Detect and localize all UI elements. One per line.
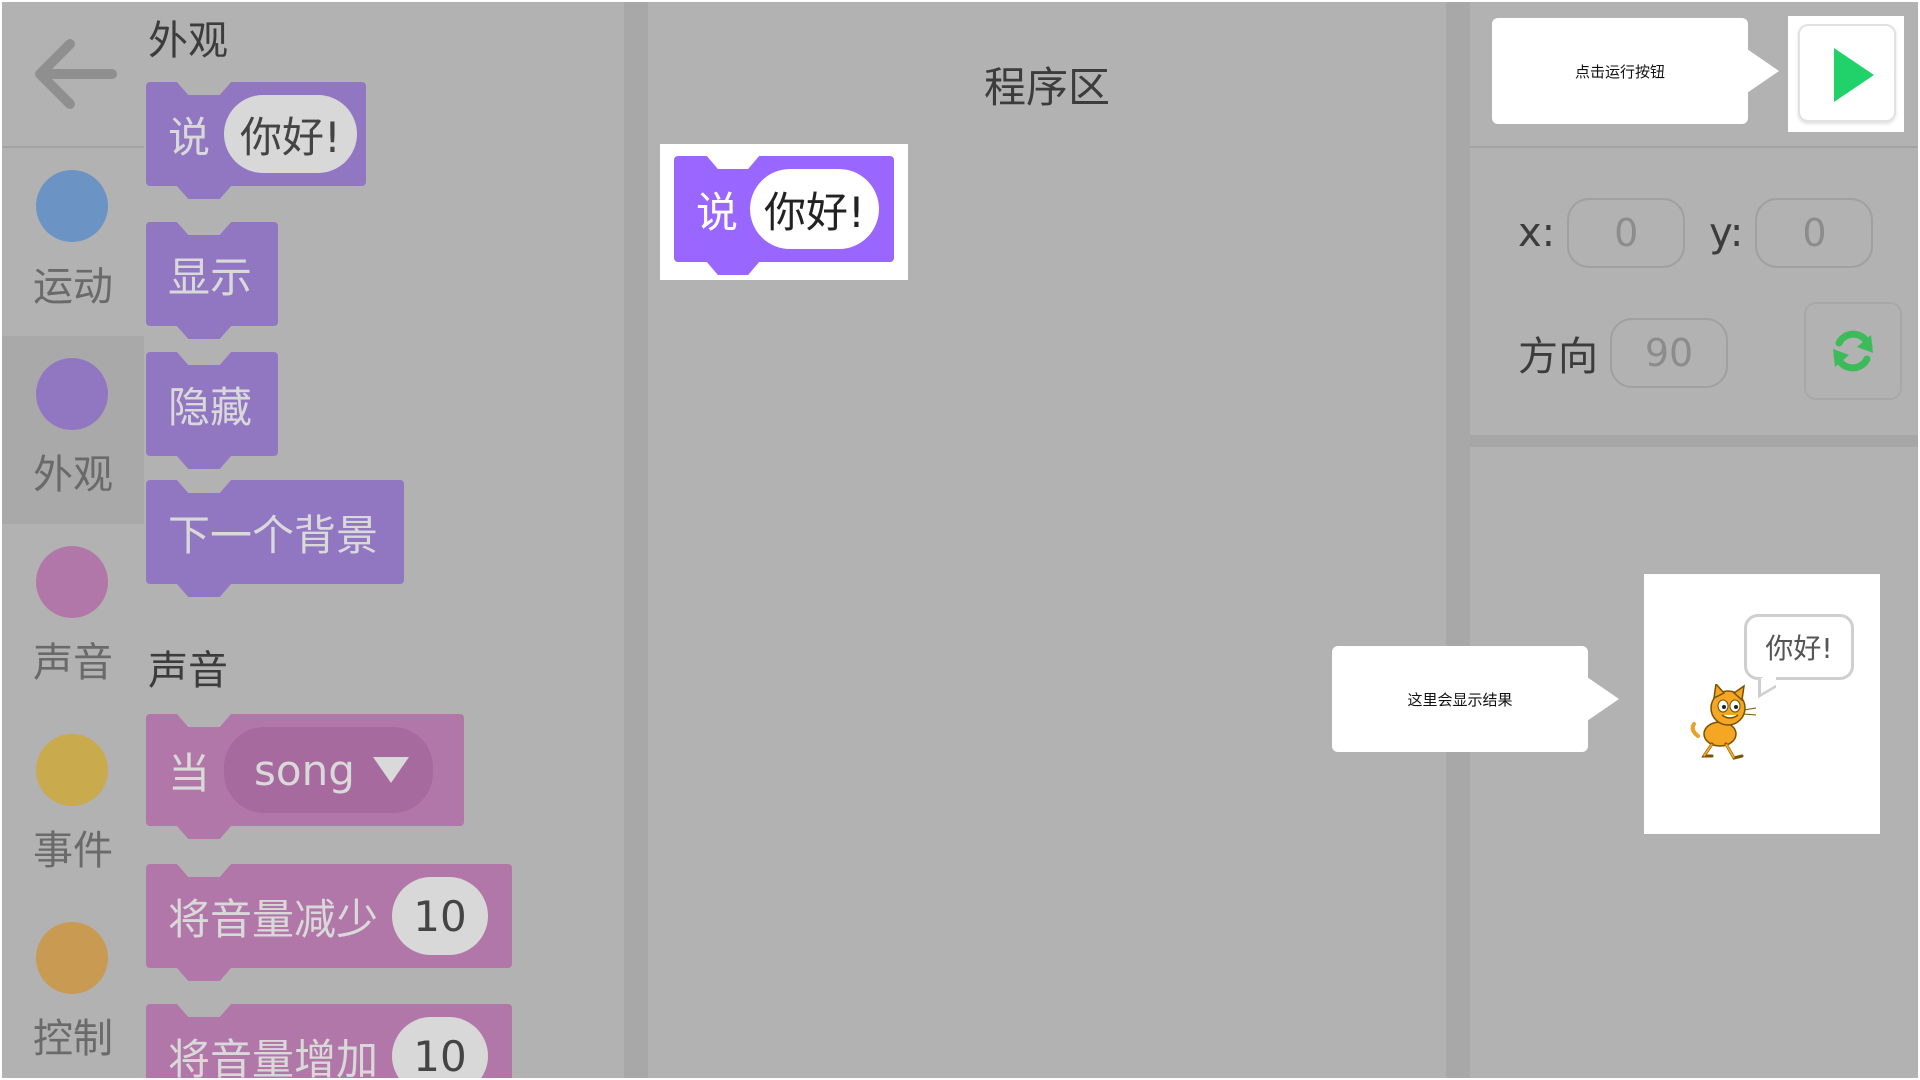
decrease-volume-input[interactable]: 10	[392, 877, 489, 955]
sound-section-title: 声音	[148, 648, 228, 694]
app-screen: 运动 外观 声音 事件 控制 外观 说 你好! 显示 隐藏 下一个背景 声音 当…	[2, 2, 1918, 1078]
sound-dropdown[interactable]: song	[224, 727, 433, 813]
program-say-block[interactable]: 说 你好!	[674, 155, 894, 275]
motion-dot-icon	[36, 170, 108, 242]
increase-volume-input[interactable]: 10	[392, 1017, 489, 1078]
run-hint-text: 点击运行按钮	[1574, 62, 1665, 81]
decrease-volume-block[interactable]: 将音量减少 10	[146, 863, 512, 981]
program-area[interactable]: 程序区 说 你好!	[648, 2, 1446, 1078]
when-label: 当	[168, 748, 211, 798]
dropdown-caret-icon	[372, 757, 409, 783]
x-label: x:	[1518, 210, 1556, 256]
events-dot-icon	[36, 734, 108, 806]
looks-dot-icon	[36, 358, 108, 430]
direction-label: 方向	[1518, 334, 1598, 380]
palette-divider	[624, 2, 648, 1078]
say-block-label: 说	[168, 112, 211, 162]
green-play-icon	[1834, 48, 1874, 102]
hide-block[interactable]: 隐藏	[146, 351, 278, 469]
looks-section-title: 外观	[148, 18, 228, 64]
category-motion[interactable]: 运动	[2, 148, 144, 336]
next-backdrop-label: 下一个背景	[168, 510, 379, 560]
category-label: 控制	[33, 1016, 113, 1062]
category-label: 声音	[33, 640, 113, 686]
program-area-title: 程序区	[983, 63, 1110, 112]
refresh-icon	[1833, 330, 1873, 372]
back-area	[2, 2, 144, 148]
category-control[interactable]: 控制	[2, 900, 144, 1078]
direction-row: 方向 90	[1518, 318, 1752, 388]
program-block-highlight: 说 你好!	[660, 144, 908, 280]
program-say-label: 说	[696, 187, 739, 237]
stage-view[interactable]: 你好!	[1644, 574, 1880, 834]
increase-volume-label: 将音量增加	[168, 1034, 379, 1079]
run-button[interactable]	[1798, 24, 1896, 122]
hide-block-label: 隐藏	[168, 382, 253, 432]
back-arrow-icon[interactable]	[30, 38, 118, 110]
program-say-input[interactable]: 你好!	[750, 169, 879, 249]
cat-sprite-icon[interactable]	[1690, 684, 1760, 762]
run-button-highlight	[1788, 16, 1904, 132]
reset-button[interactable]	[1804, 302, 1902, 400]
result-hint-text: 这里会显示结果	[1407, 690, 1513, 709]
next-backdrop-block[interactable]: 下一个背景	[146, 479, 404, 597]
show-block[interactable]: 显示	[146, 221, 278, 339]
category-label: 运动	[33, 264, 113, 310]
sound-dropdown-value: song	[254, 745, 355, 795]
block-palette: 外观 说 你好! 显示 隐藏 下一个背景 声音 当 song 将音量减少 10 …	[144, 2, 624, 1078]
y-field[interactable]: 0	[1755, 198, 1874, 268]
category-label: 外观	[33, 452, 113, 498]
stage-divider	[1446, 2, 1470, 1078]
increase-volume-block[interactable]: 将音量增加 10	[146, 1003, 512, 1079]
control-dot-icon	[36, 922, 108, 994]
say-block[interactable]: 说 你好!	[146, 81, 366, 199]
say-block-input[interactable]: 你好!	[224, 95, 357, 173]
result-hint-tooltip: 这里会显示结果	[1332, 646, 1619, 752]
category-sound[interactable]: 声音	[2, 524, 144, 712]
sound-dot-icon	[36, 546, 108, 618]
speech-bubble: 你好!	[1744, 614, 1854, 680]
position-row: x: 0 y: 0	[1518, 198, 1897, 268]
category-events[interactable]: 事件	[2, 712, 144, 900]
x-field[interactable]: 0	[1567, 198, 1686, 268]
panel-divider	[1470, 435, 1918, 447]
direction-field[interactable]: 90	[1610, 318, 1728, 388]
decrease-volume-label: 将音量减少	[168, 894, 379, 944]
category-label: 事件	[33, 828, 113, 874]
category-column: 运动 外观 声音 事件 控制	[2, 2, 144, 1078]
category-looks[interactable]: 外观	[2, 336, 144, 524]
when-sound-block[interactable]: 当 song	[146, 713, 464, 839]
run-hint-tooltip: 点击运行按钮	[1492, 18, 1779, 124]
show-block-label: 显示	[168, 252, 253, 302]
y-label: y:	[1709, 210, 1744, 256]
stage-panel: 点击运行按钮 x: 0 y: 0 方向 90 这里会显示结果 你好!	[1332, 2, 1918, 1078]
